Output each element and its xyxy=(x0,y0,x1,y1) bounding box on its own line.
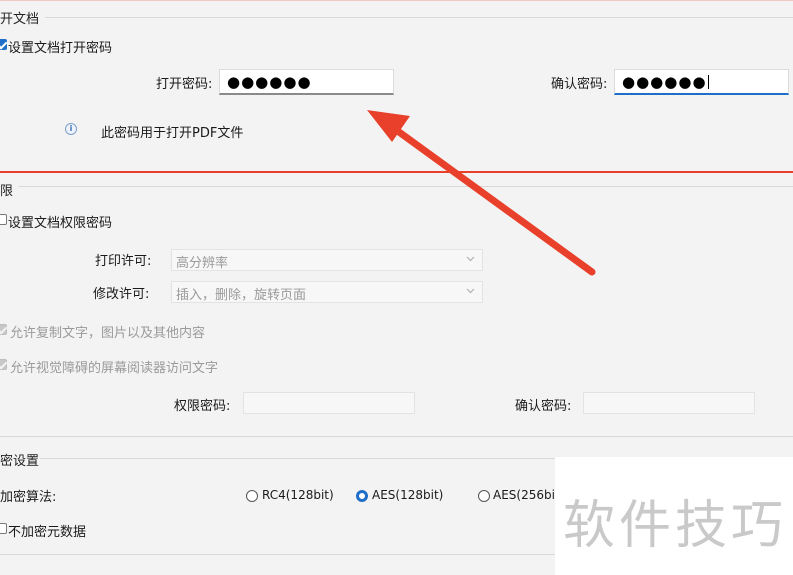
annotation-arrow xyxy=(367,110,596,276)
